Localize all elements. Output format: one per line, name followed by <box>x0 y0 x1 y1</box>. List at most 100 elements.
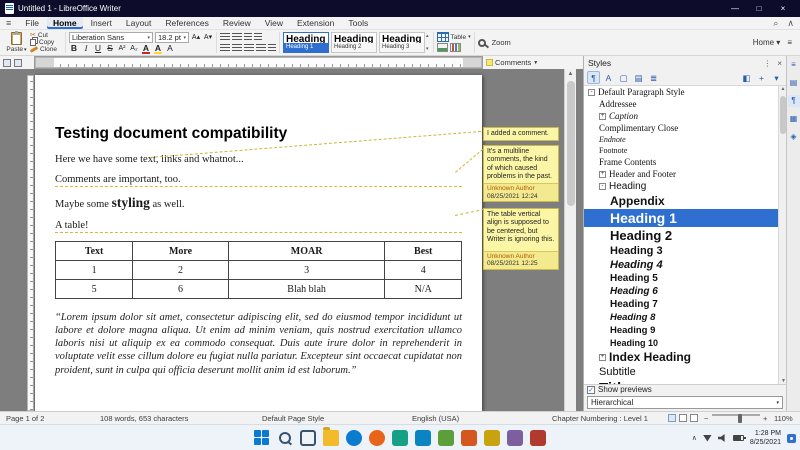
comment-card[interactable]: The table vertical align is supposed to … <box>483 208 559 270</box>
underline-button[interactable]: U <box>93 43 103 54</box>
hidden-icons-chevron[interactable]: ∧ <box>692 434 697 442</box>
find-icon[interactable]: ⌕ <box>773 18 778 29</box>
style-list-item-heading-4[interactable]: Heading 4 <box>584 258 787 272</box>
gallery-deck-icon[interactable]: ▦ <box>788 113 800 125</box>
menu-tab-extension[interactable]: Extension <box>291 17 340 29</box>
taskbar-libreoffice-math-button[interactable] <box>530 430 546 446</box>
menu-tab-layout[interactable]: Layout <box>120 17 158 29</box>
style-list-item-index-heading[interactable]: +Index Heading <box>584 349 787 365</box>
zoom-button[interactable]: Zoom <box>478 37 511 48</box>
zoom-in-button[interactable]: + <box>763 414 767 423</box>
style-list-item-heading-8[interactable]: Heading 8 <box>584 311 787 324</box>
style-list-item-heading-9[interactable]: Heading 9 <box>584 324 787 337</box>
tree-expander-icon[interactable]: - <box>599 183 606 190</box>
clock[interactable]: 1:28 PM 8/25/2021 <box>750 429 781 447</box>
style-list-item-heading-3[interactable]: Heading 3 <box>584 244 787 258</box>
wifi-icon[interactable] <box>703 435 712 442</box>
copy-button[interactable]: Copy <box>30 39 62 46</box>
panel-close-icon[interactable]: × <box>777 59 782 68</box>
style-actions-icon[interactable]: ▾ <box>770 71 783 84</box>
clear-formatting-button[interactable]: A <box>165 43 175 54</box>
comment-card[interactable]: I added a comment. <box>483 127 559 141</box>
zoom-percent[interactable]: 110% <box>774 414 793 423</box>
page-style-status[interactable]: Default Page Style <box>262 414 324 423</box>
strikethrough-button[interactable]: S <box>105 43 115 54</box>
style-list-item-caption[interactable]: +Caption <box>584 110 787 122</box>
document-scrollbar[interactable]: ▲ <box>564 69 576 411</box>
menu-icon[interactable]: ≡ <box>6 18 11 28</box>
notifications-icon[interactable] <box>787 434 796 443</box>
tree-expander-icon[interactable]: + <box>599 354 606 361</box>
menu-tab-home[interactable]: Home <box>47 17 83 29</box>
style-list-item-heading[interactable]: -Heading <box>584 180 787 193</box>
zoom-out-button[interactable]: − <box>704 414 708 423</box>
fill-format-icon[interactable]: ◧ <box>740 71 753 84</box>
taskbar-search-button[interactable] <box>277 430 293 446</box>
align-center-icon[interactable] <box>232 44 242 52</box>
menu-tab-review[interactable]: Review <box>217 17 257 29</box>
numbered-list-icon[interactable] <box>232 33 242 41</box>
show-previews-option[interactable]: ✓ Show previews <box>587 385 783 394</box>
menu-tab-file[interactable]: File <box>19 17 45 29</box>
menu-tab-tools[interactable]: Tools <box>342 17 374 29</box>
style-list-item-default-paragraph-style[interactable]: -Default Paragraph Style <box>584 86 787 98</box>
tree-expander-icon[interactable]: + <box>599 113 606 120</box>
superscript-button[interactable]: A² <box>117 43 127 54</box>
font-size-combo[interactable]: 18.2 pt▾ <box>155 32 189 43</box>
taskbar-libreoffice-base-button[interactable] <box>507 430 523 446</box>
scroll-up-icon[interactable]: ▲ <box>565 69 576 79</box>
bullet-list-icon[interactable] <box>220 33 230 41</box>
paragraph-styles-icon[interactable]: ¶ <box>587 71 600 84</box>
multi-page-view-icon[interactable] <box>679 414 687 422</box>
document-page[interactable]: Testing document compatibility Here we h… <box>35 75 482 411</box>
style-list-item-heading-1[interactable]: Heading 1 <box>584 209 787 227</box>
panel-menu-icon[interactable]: ⋮ <box>763 59 771 68</box>
taskbar-task-view-button[interactable] <box>300 430 316 446</box>
subscript-button[interactable]: A₂ <box>129 43 139 54</box>
taskbar-edge-button[interactable] <box>346 430 362 446</box>
style-preview-heading-3[interactable]: HeadingHeading 3 <box>379 32 425 53</box>
sidebar-settings-icon[interactable]: ≡ <box>788 59 800 71</box>
zoom-slider[interactable] <box>712 414 760 416</box>
styles-deck-icon[interactable]: ¶ <box>788 95 800 107</box>
show-previews-checkbox[interactable]: ✓ <box>587 386 595 394</box>
list-styles-icon[interactable]: ≣ <box>647 71 660 84</box>
scrollbar-thumb[interactable] <box>567 81 575 206</box>
style-list-item-frame-contents[interactable]: Frame Contents <box>584 156 787 168</box>
taskbar-libreoffice-start-button[interactable] <box>392 430 408 446</box>
minimize-button[interactable]: — <box>723 0 747 17</box>
book-view-icon[interactable] <box>690 414 698 422</box>
style-preview-heading-2[interactable]: HeadingHeading 2 <box>331 32 377 53</box>
battery-icon[interactable] <box>733 435 744 441</box>
align-right-icon[interactable] <box>244 44 254 52</box>
taskbar-libreoffice-draw-button[interactable] <box>484 430 500 446</box>
style-filter-combo[interactable]: Hierarchical ▾ <box>587 396 783 409</box>
font-color-button[interactable]: A <box>141 43 151 54</box>
style-list-item-endnote[interactable]: Endnote <box>584 134 787 145</box>
style-list-item-complimentary-close[interactable]: Complimentary Close <box>584 122 787 134</box>
decrease-indent-icon[interactable] <box>244 33 252 41</box>
tree-expander-icon[interactable]: - <box>588 89 595 96</box>
navigator-deck-icon[interactable]: ◈ <box>788 131 800 143</box>
font-name-combo[interactable]: Liberation Sans▾ <box>69 32 153 43</box>
bold-button[interactable]: B <box>69 43 79 54</box>
cut-button[interactable]: ✂Cut <box>30 32 62 39</box>
style-list-item-addressee[interactable]: Addressee <box>584 98 787 110</box>
insert-chart-icon[interactable] <box>450 43 461 52</box>
justify-icon[interactable] <box>256 44 266 52</box>
style-list-item-heading-5[interactable]: Heading 5 <box>584 272 787 285</box>
word-count-status[interactable]: 108 words, 653 characters <box>100 414 188 423</box>
maximize-button[interactable]: □ <box>747 0 771 17</box>
taskbar-file-explorer-button[interactable] <box>323 430 339 446</box>
align-left-icon[interactable] <box>220 44 230 52</box>
properties-deck-icon[interactable]: ▤ <box>788 77 800 89</box>
frame-styles-icon[interactable]: ▢ <box>617 71 630 84</box>
highlight-color-button[interactable]: A <box>153 43 163 54</box>
style-gallery-up-icon[interactable]: ▴ <box>426 33 429 39</box>
taskbar-firefox-button[interactable] <box>369 430 385 446</box>
shrink-font-button[interactable]: A▾ <box>203 32 213 43</box>
style-list-item-subtitle[interactable]: Subtitle <box>584 365 787 379</box>
style-gallery-down-icon[interactable]: ▾ <box>426 46 429 52</box>
comment-card[interactable]: It's a multiline comments, the kind of w… <box>483 145 559 202</box>
increase-indent-icon[interactable] <box>254 33 262 41</box>
